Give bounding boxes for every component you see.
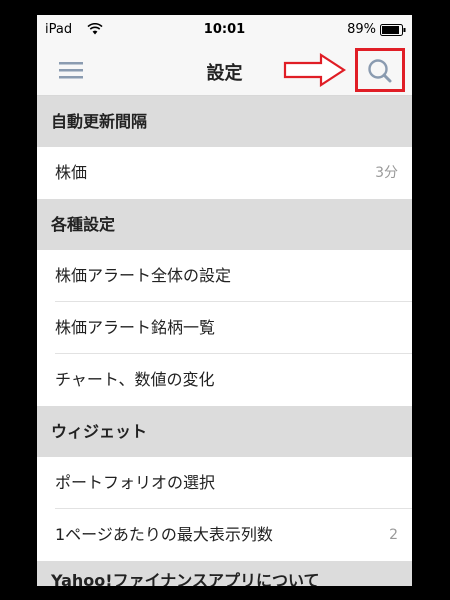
list-item-label: チャート、数値の変化 xyxy=(55,370,215,389)
battery-icon xyxy=(380,24,406,40)
list-item-alert-list[interactable]: 株価アラート銘柄一覧 xyxy=(37,302,412,354)
section-header-settings: 各種設定 xyxy=(37,199,412,250)
list-item-label: 1ページあたりの最大表示列数 xyxy=(55,525,273,544)
list-item-label: ポートフォリオの選択 xyxy=(55,473,216,492)
search-icon xyxy=(362,59,398,91)
settings-list: 自動更新間隔 株価 3分 各種設定 株価アラート全体の設定 株価アラート銘柄一覧… xyxy=(37,96,412,586)
list-item-portfolio-select[interactable]: ポートフォリオの選択 xyxy=(37,457,412,509)
list-item-max-columns[interactable]: 1ページあたりの最大表示列数 2 xyxy=(37,509,412,561)
list-item-value: 3分 xyxy=(375,165,398,181)
list-item-label: 株価アラート全体の設定 xyxy=(55,266,232,285)
arrow-right-icon xyxy=(283,52,347,91)
battery-percent: 89% xyxy=(347,22,376,37)
section-header-widget: ウィジェット xyxy=(37,406,412,457)
section-header-about: Yahoo!ファイナンスアプリについて xyxy=(37,561,412,586)
list-item-value: 2 xyxy=(389,527,398,543)
list-item-label: 株価アラート銘柄一覧 xyxy=(55,318,216,337)
list-item-label: 株価 xyxy=(55,163,88,182)
status-bar: iPad 10:01 89% xyxy=(37,15,412,45)
search-button[interactable] xyxy=(362,55,398,87)
list-item-chart-change[interactable]: チャート、数値の変化 xyxy=(37,354,412,406)
section-header-auto-update: 自動更新間隔 xyxy=(37,96,412,147)
list-item-alert-settings[interactable]: 株価アラート全体の設定 xyxy=(37,250,412,302)
list-item-stock-price[interactable]: 株価 3分 xyxy=(37,147,412,199)
app-screen: iPad 10:01 89% 設定 自動更新間隔 株価 3分 各種設定 株価アラ… xyxy=(37,15,412,586)
navigation-bar: 設定 xyxy=(37,45,412,96)
